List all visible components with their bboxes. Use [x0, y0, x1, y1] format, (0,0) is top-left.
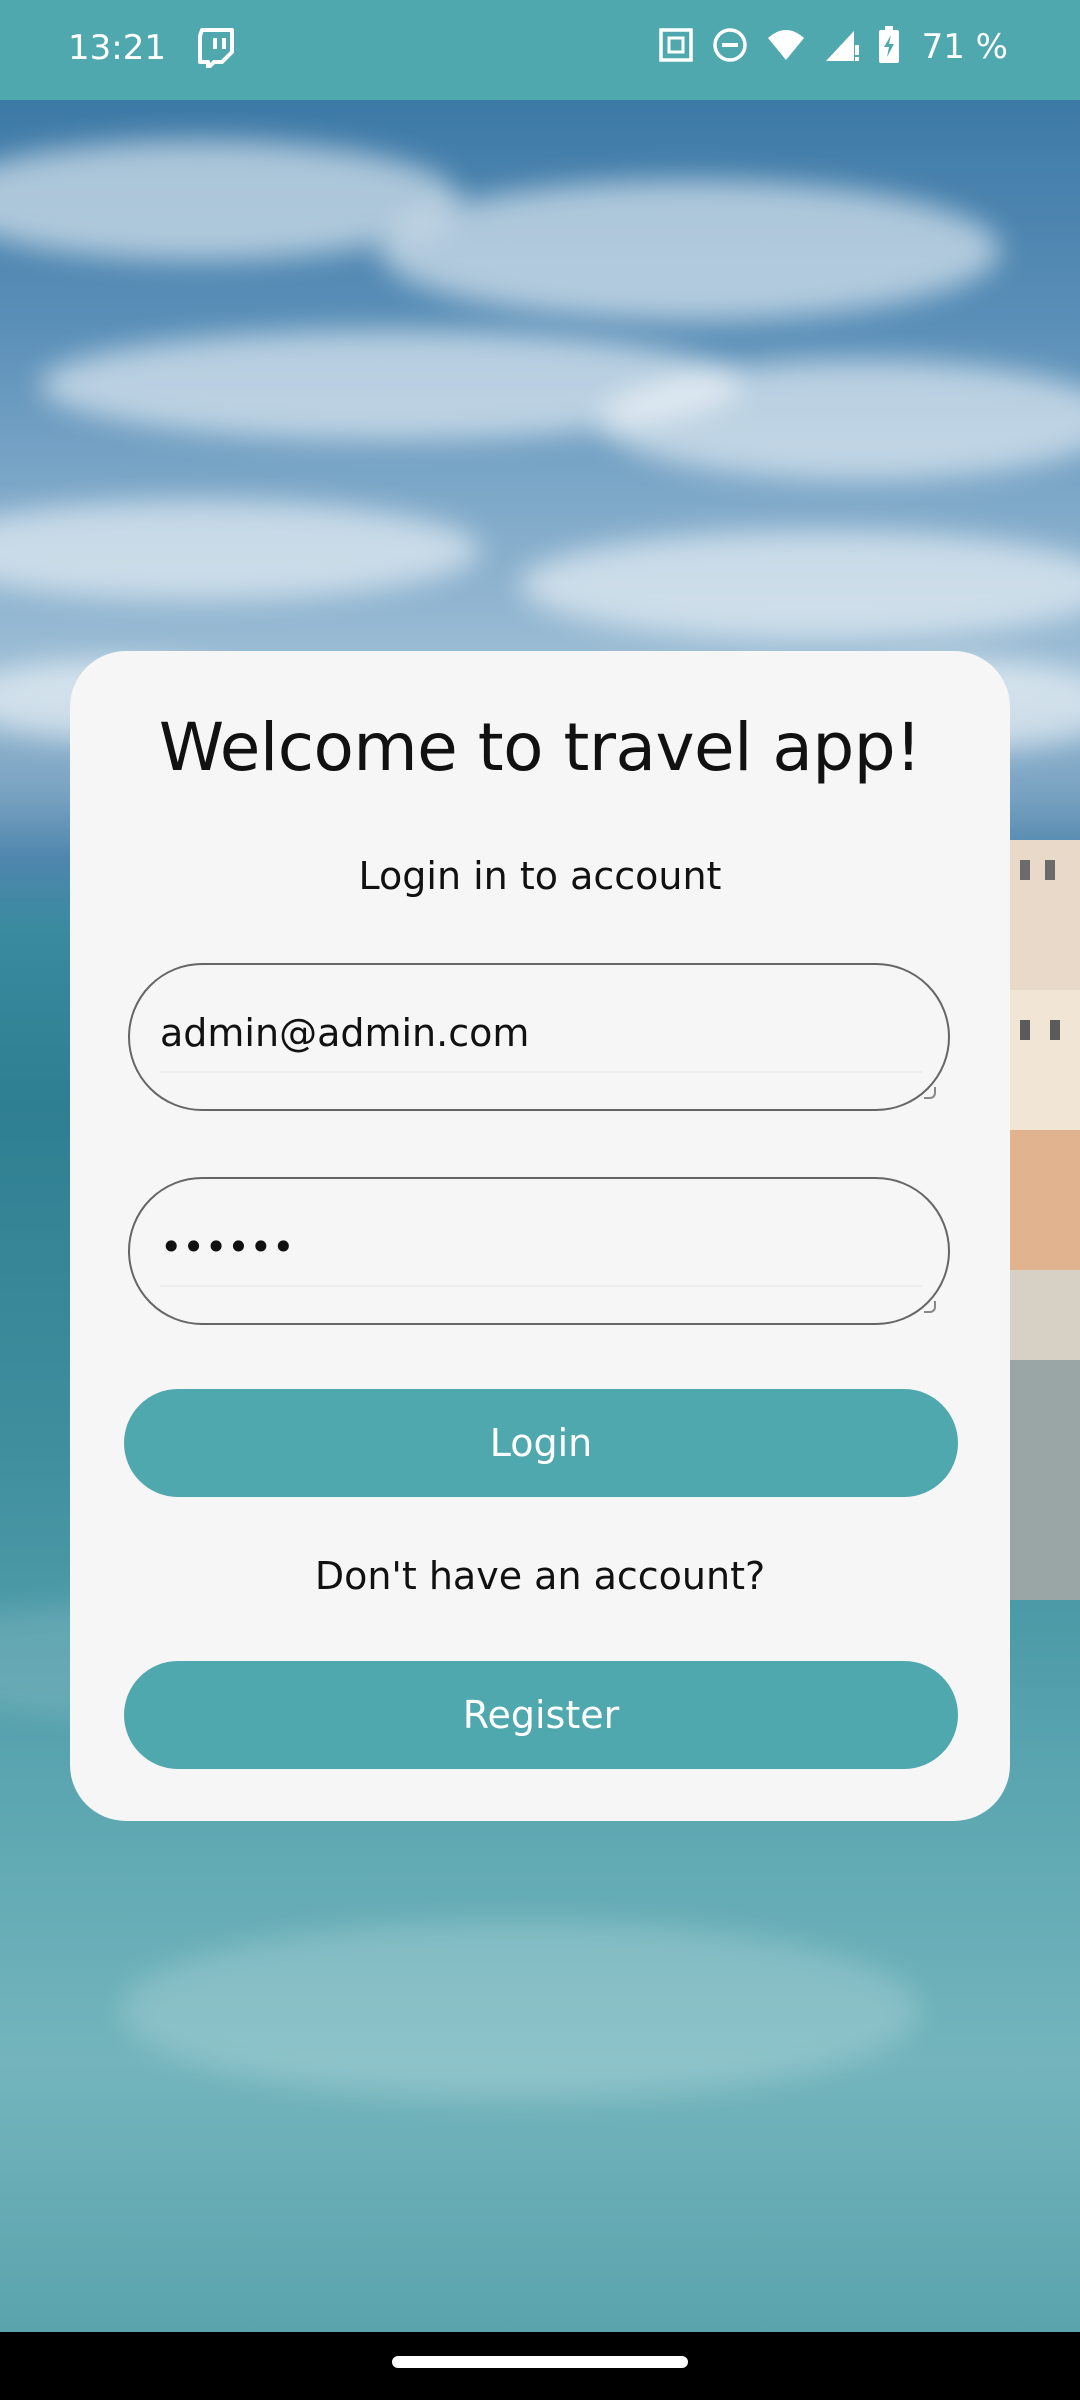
resize-corner-icon	[924, 1087, 936, 1099]
login-button[interactable]: Login	[124, 1389, 958, 1497]
status-bar: 13:21 71 %	[0, 0, 1080, 100]
email-input[interactable]	[160, 995, 900, 1072]
battery-charging-icon	[878, 26, 900, 68]
nfc-icon	[658, 27, 694, 67]
login-card: Welcome to travel app! Login in to accou…	[70, 651, 1010, 1821]
signal-icon	[824, 27, 860, 67]
battery-percent: 71 %	[921, 27, 1008, 67]
home-gesture-handle[interactable]	[392, 2356, 688, 2368]
wifi-icon	[766, 28, 806, 66]
no-account-text: Don't have an account?	[314, 1554, 766, 1598]
coastal-town	[1010, 840, 1080, 1600]
status-time: 13:21	[68, 28, 166, 68]
email-underline	[160, 1071, 922, 1073]
password-input[interactable]	[160, 1209, 900, 1286]
page-title: Welcome to travel app!	[158, 709, 922, 786]
do-not-disturb-icon	[712, 27, 748, 67]
password-field[interactable]	[128, 1177, 950, 1325]
resize-corner-icon	[924, 1301, 936, 1313]
twitch-icon	[198, 28, 234, 72]
password-underline	[160, 1285, 922, 1287]
register-button[interactable]: Register	[124, 1661, 958, 1769]
navigation-bar	[0, 2332, 1080, 2400]
login-subtitle: Login in to account	[358, 854, 722, 898]
email-field[interactable]	[128, 963, 950, 1111]
